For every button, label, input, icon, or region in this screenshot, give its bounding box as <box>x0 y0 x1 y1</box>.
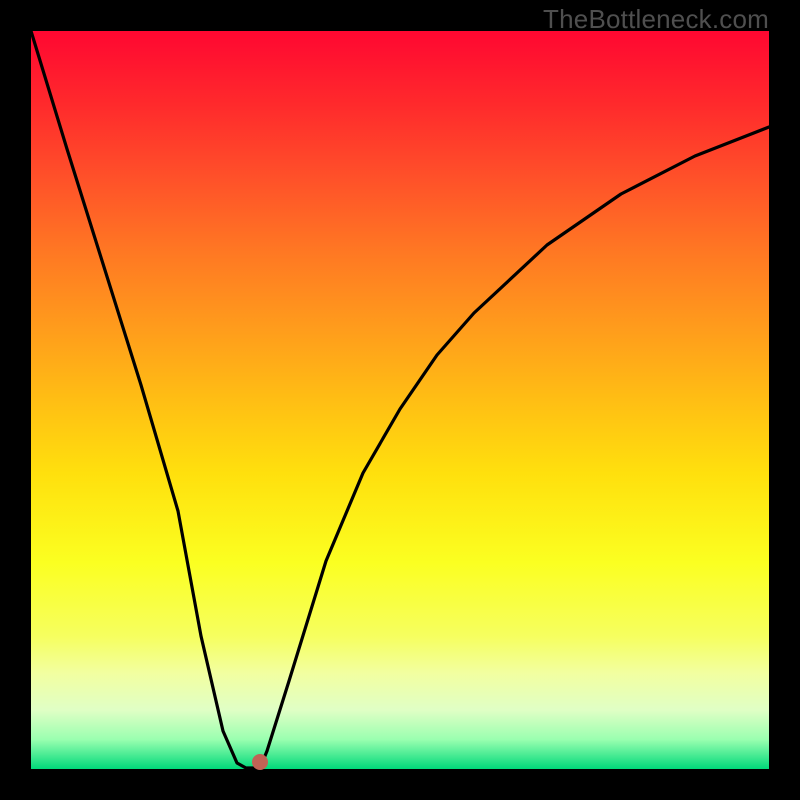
watermark: TheBottleneck.com <box>543 4 769 35</box>
optimal-point-marker <box>252 754 268 770</box>
curve-path <box>31 31 769 768</box>
chart-frame: TheBottleneck.com <box>0 0 800 800</box>
bottleneck-curve <box>31 31 769 769</box>
